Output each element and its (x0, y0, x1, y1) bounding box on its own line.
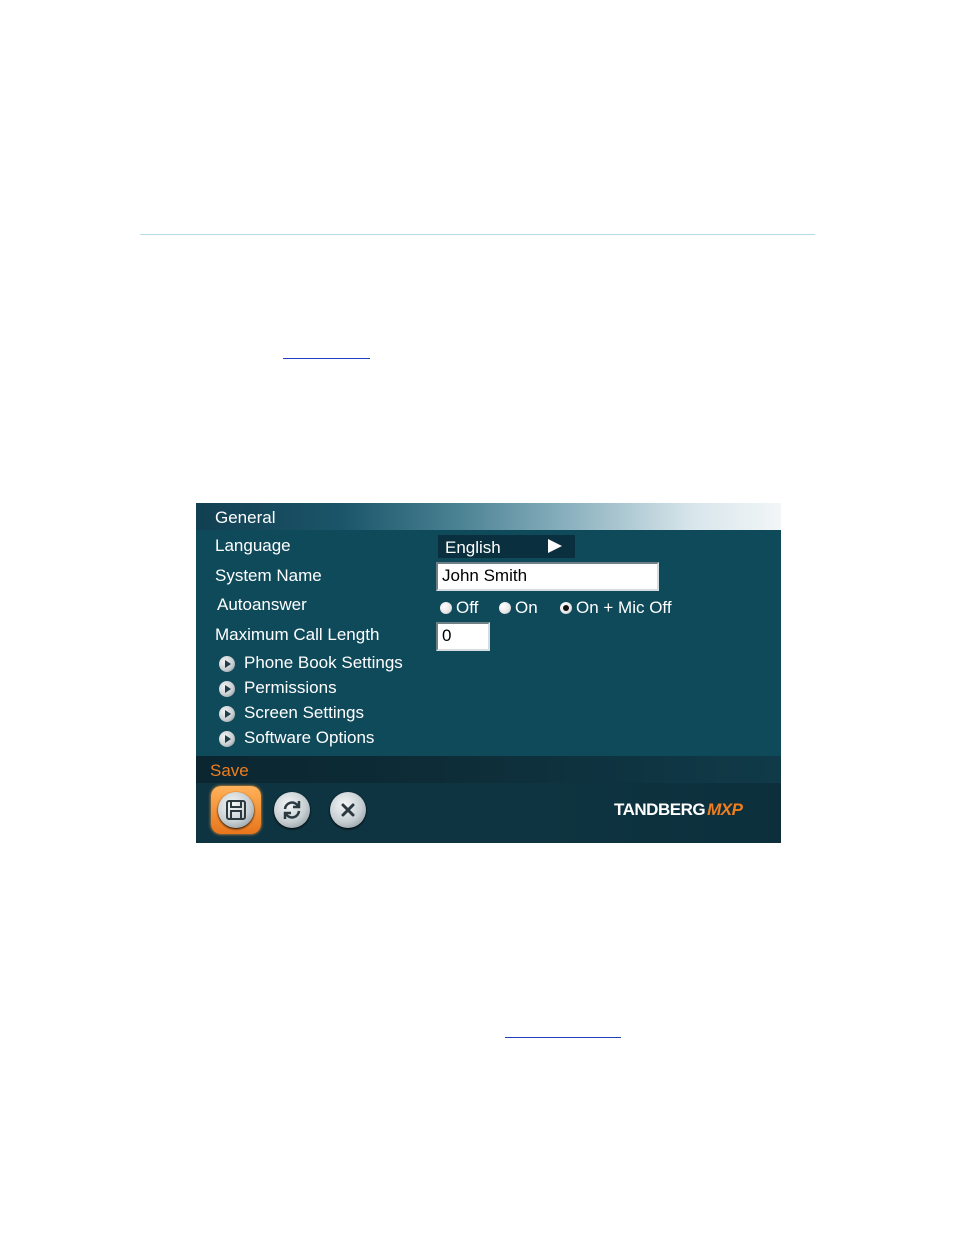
radio-label: On + Mic Off (576, 598, 672, 617)
floppy-disk-icon (218, 792, 254, 828)
refresh-button[interactable] (274, 792, 310, 828)
max-call-length-value: 0 (442, 626, 452, 645)
link-underline[interactable] (505, 1037, 621, 1038)
system-name-value: John Smith (442, 566, 528, 585)
system-name-label: System Name (215, 566, 322, 585)
status-text: Save (210, 761, 249, 780)
toolbar: TANDBERG MXP (196, 783, 781, 843)
play-arrow-icon (219, 656, 235, 672)
max-call-length-label: Maximum Call Length (215, 625, 380, 644)
play-arrow-icon (219, 681, 235, 697)
language-label: Language (215, 536, 291, 555)
radio-checked-icon (560, 602, 572, 614)
radio-label: On (515, 598, 538, 617)
settings-panel: General Language English System Name Joh… (196, 503, 781, 843)
menu-item-label: Permissions (244, 678, 337, 697)
menu-item-permissions[interactable]: Permissions (219, 678, 359, 700)
max-call-length-input[interactable]: 0 (436, 622, 490, 651)
play-arrow-icon (219, 731, 235, 747)
radio-unchecked-icon (499, 602, 511, 614)
menu-item-screen-settings[interactable]: Screen Settings (219, 703, 379, 725)
play-arrow-icon (219, 706, 235, 722)
menu-item-label: Screen Settings (244, 703, 365, 722)
refresh-icon (283, 801, 301, 819)
radio-label: Off (456, 598, 479, 617)
panel-header: General (196, 503, 781, 530)
autoanswer-label: Autoanswer (217, 595, 307, 614)
close-icon (341, 803, 355, 817)
radio-unchecked-icon (440, 602, 452, 614)
panel-title: General (215, 508, 276, 527)
brand-logo: TANDBERG MXP (614, 800, 743, 820)
menu-item-label: Phone Book Settings (244, 653, 403, 672)
cancel-button[interactable] (330, 792, 366, 828)
link-underline[interactable] (283, 358, 370, 359)
menu-item-phone-book-settings[interactable]: Phone Book Settings (219, 653, 419, 675)
arrow-right-icon (548, 539, 562, 553)
system-name-input[interactable]: John Smith (436, 562, 659, 591)
horizontal-rule (140, 234, 815, 235)
language-select[interactable]: English (438, 535, 575, 558)
language-value: English (445, 538, 501, 557)
brand-name: TANDBERG (614, 800, 706, 819)
save-button[interactable] (211, 786, 261, 834)
menu-item-label: Software Options (244, 728, 375, 747)
brand-sub: MXP (707, 800, 743, 819)
menu-item-software-options[interactable]: Software Options (219, 728, 389, 750)
status-bar: Save (196, 756, 781, 783)
